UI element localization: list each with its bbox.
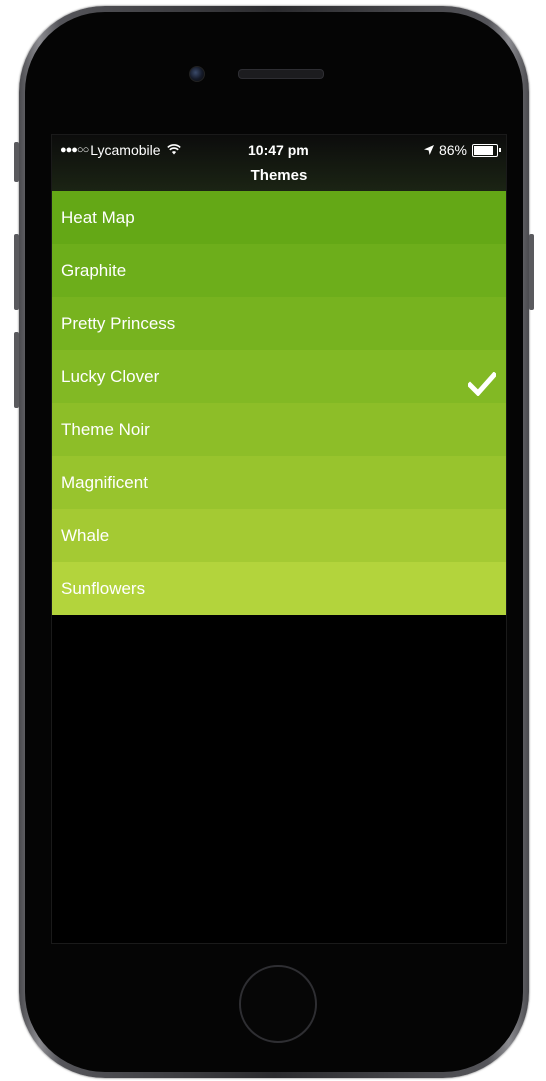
status-bar-right: 86%	[423, 142, 501, 158]
home-button[interactable]	[239, 965, 317, 1043]
checkmark-icon	[466, 364, 498, 397]
theme-label: Lucky Clover	[61, 367, 160, 386]
front-camera	[189, 66, 205, 82]
mute-switch	[14, 142, 19, 182]
theme-label: Heat Map	[61, 208, 135, 227]
device-screen: ●●●○○ Lycamobile 10:47 pm 86% Themes Hea…	[51, 134, 507, 944]
earpiece-speaker	[238, 69, 324, 79]
battery-percentage: 86%	[438, 142, 467, 158]
theme-row[interactable]: Pretty Princess	[52, 297, 506, 350]
status-bar: ●●●○○ Lycamobile 10:47 pm 86% Themes	[52, 135, 506, 191]
theme-label: Sunflowers	[61, 579, 146, 598]
theme-label: Theme Noir	[61, 420, 150, 439]
signal-strength: ●●●○○	[60, 144, 89, 156]
volume-up-button	[14, 234, 19, 310]
theme-row[interactable]: Whale	[52, 509, 506, 562]
theme-row[interactable]: Theme Noir	[52, 403, 506, 456]
status-time: 10:47 pm	[248, 142, 309, 158]
theme-row[interactable]: Sunflowers	[52, 562, 506, 615]
theme-label: Pretty Princess	[61, 314, 176, 333]
theme-row[interactable]: Graphite	[52, 244, 506, 297]
status-bar-left: ●●●○○ Lycamobile	[60, 142, 181, 158]
location-arrow-icon	[423, 142, 434, 158]
wifi-icon	[166, 143, 181, 158]
power-button	[529, 234, 534, 310]
battery-icon	[472, 143, 501, 157]
page-title: Themes	[250, 167, 308, 184]
theme-label: Magnificent	[61, 473, 148, 492]
theme-list: Heat Map Graphite Pretty Princess Lucky Clo…	[52, 191, 506, 615]
theme-row[interactable]: Magnificent	[52, 456, 506, 509]
carrier-name: Lycamobile	[90, 142, 161, 158]
theme-label: Whale	[61, 526, 110, 545]
theme-row[interactable]: Heat Map	[52, 191, 506, 244]
theme-label: Graphite	[61, 261, 127, 280]
theme-row[interactable]: Lucky Clover	[52, 350, 506, 403]
volume-down-button	[14, 332, 19, 408]
battery-tip	[499, 147, 501, 152]
battery-fill	[474, 145, 493, 155]
